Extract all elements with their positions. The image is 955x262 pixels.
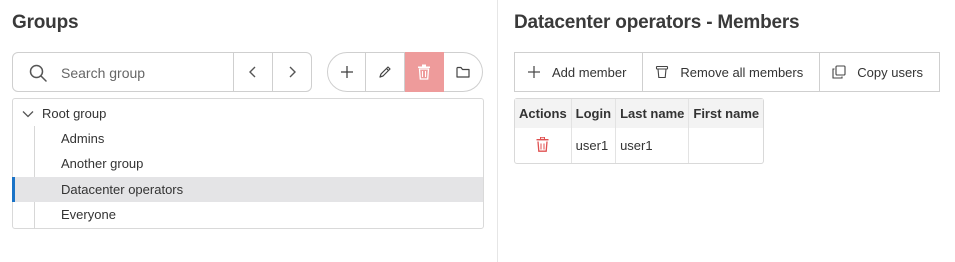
move-group-button[interactable] xyxy=(444,52,483,92)
group-tree: Root group Admins Another group Datacent… xyxy=(12,98,484,229)
remove-all-members-label: Remove all members xyxy=(680,64,804,80)
members-toolbar: Add member Remove all members Copy users xyxy=(514,52,940,92)
column-header-login[interactable]: Login xyxy=(571,99,617,128)
next-button[interactable] xyxy=(272,52,312,92)
folder-icon xyxy=(456,66,470,78)
groups-title: Groups xyxy=(12,12,79,33)
members-panel: Datacenter operators - Members Add membe… xyxy=(499,0,955,262)
tree-item-label: Everyone xyxy=(61,207,116,222)
tree-item-another-group[interactable]: Another group xyxy=(13,151,483,176)
tree-item-label: Another group xyxy=(61,156,144,171)
cell-login: user1 xyxy=(572,128,617,163)
previous-button[interactable] xyxy=(233,52,273,92)
copy-icon xyxy=(832,65,846,79)
trash-icon xyxy=(418,64,430,80)
tree-item-root-group[interactable]: Root group xyxy=(13,101,483,126)
selection-indicator xyxy=(12,177,15,202)
chevron-left-icon xyxy=(249,66,256,78)
plus-icon xyxy=(528,66,540,78)
add-group-button[interactable] xyxy=(327,52,366,92)
tree-item-admins[interactable]: Admins xyxy=(13,126,483,151)
search-icon xyxy=(29,64,47,82)
table-header-row: Actions Login Last name First name xyxy=(515,99,764,128)
column-header-last-name[interactable]: Last name xyxy=(616,99,690,128)
tree-item-label: Datacenter operators xyxy=(61,182,184,197)
cell-first-name xyxy=(689,128,763,163)
plus-icon xyxy=(340,66,353,78)
copy-users-button[interactable]: Copy users xyxy=(820,52,940,92)
edit-group-button[interactable] xyxy=(366,52,405,92)
trash-icon xyxy=(536,136,549,152)
groups-panel: Groups Search group Root group Admins An… xyxy=(0,0,498,262)
delete-member-button[interactable] xyxy=(536,136,549,152)
tree-item-label: Admins xyxy=(61,131,105,146)
add-member-button[interactable]: Add member xyxy=(514,52,644,92)
group-actions xyxy=(327,52,483,92)
column-header-first-name[interactable]: First name xyxy=(689,99,764,128)
members-title: Datacenter operators - Members xyxy=(514,12,800,33)
tree-item-everyone[interactable]: Everyone xyxy=(13,202,483,227)
table-row: user1 user1 xyxy=(515,128,763,163)
members-table: Actions Login Last name First name user1… xyxy=(514,98,765,164)
chevron-right-icon xyxy=(289,66,296,78)
pencil-icon xyxy=(379,66,391,78)
copy-users-label: Copy users xyxy=(857,64,923,80)
remove-all-members-button[interactable]: Remove all members xyxy=(643,52,821,92)
column-header-actions[interactable]: Actions xyxy=(515,99,572,128)
tree-item-datacenter-operators[interactable]: Datacenter operators xyxy=(12,177,483,202)
add-member-label: Add member xyxy=(552,64,627,80)
delete-group-button[interactable] xyxy=(405,52,444,92)
search-box[interactable] xyxy=(12,52,234,92)
tree-item-label: Root group xyxy=(42,106,107,121)
row-actions-cell xyxy=(515,128,572,163)
search-input[interactable] xyxy=(61,61,226,85)
chevron-down-icon[interactable] xyxy=(22,108,34,120)
cell-last-name: user1 xyxy=(616,128,690,163)
trash-icon xyxy=(656,65,669,79)
